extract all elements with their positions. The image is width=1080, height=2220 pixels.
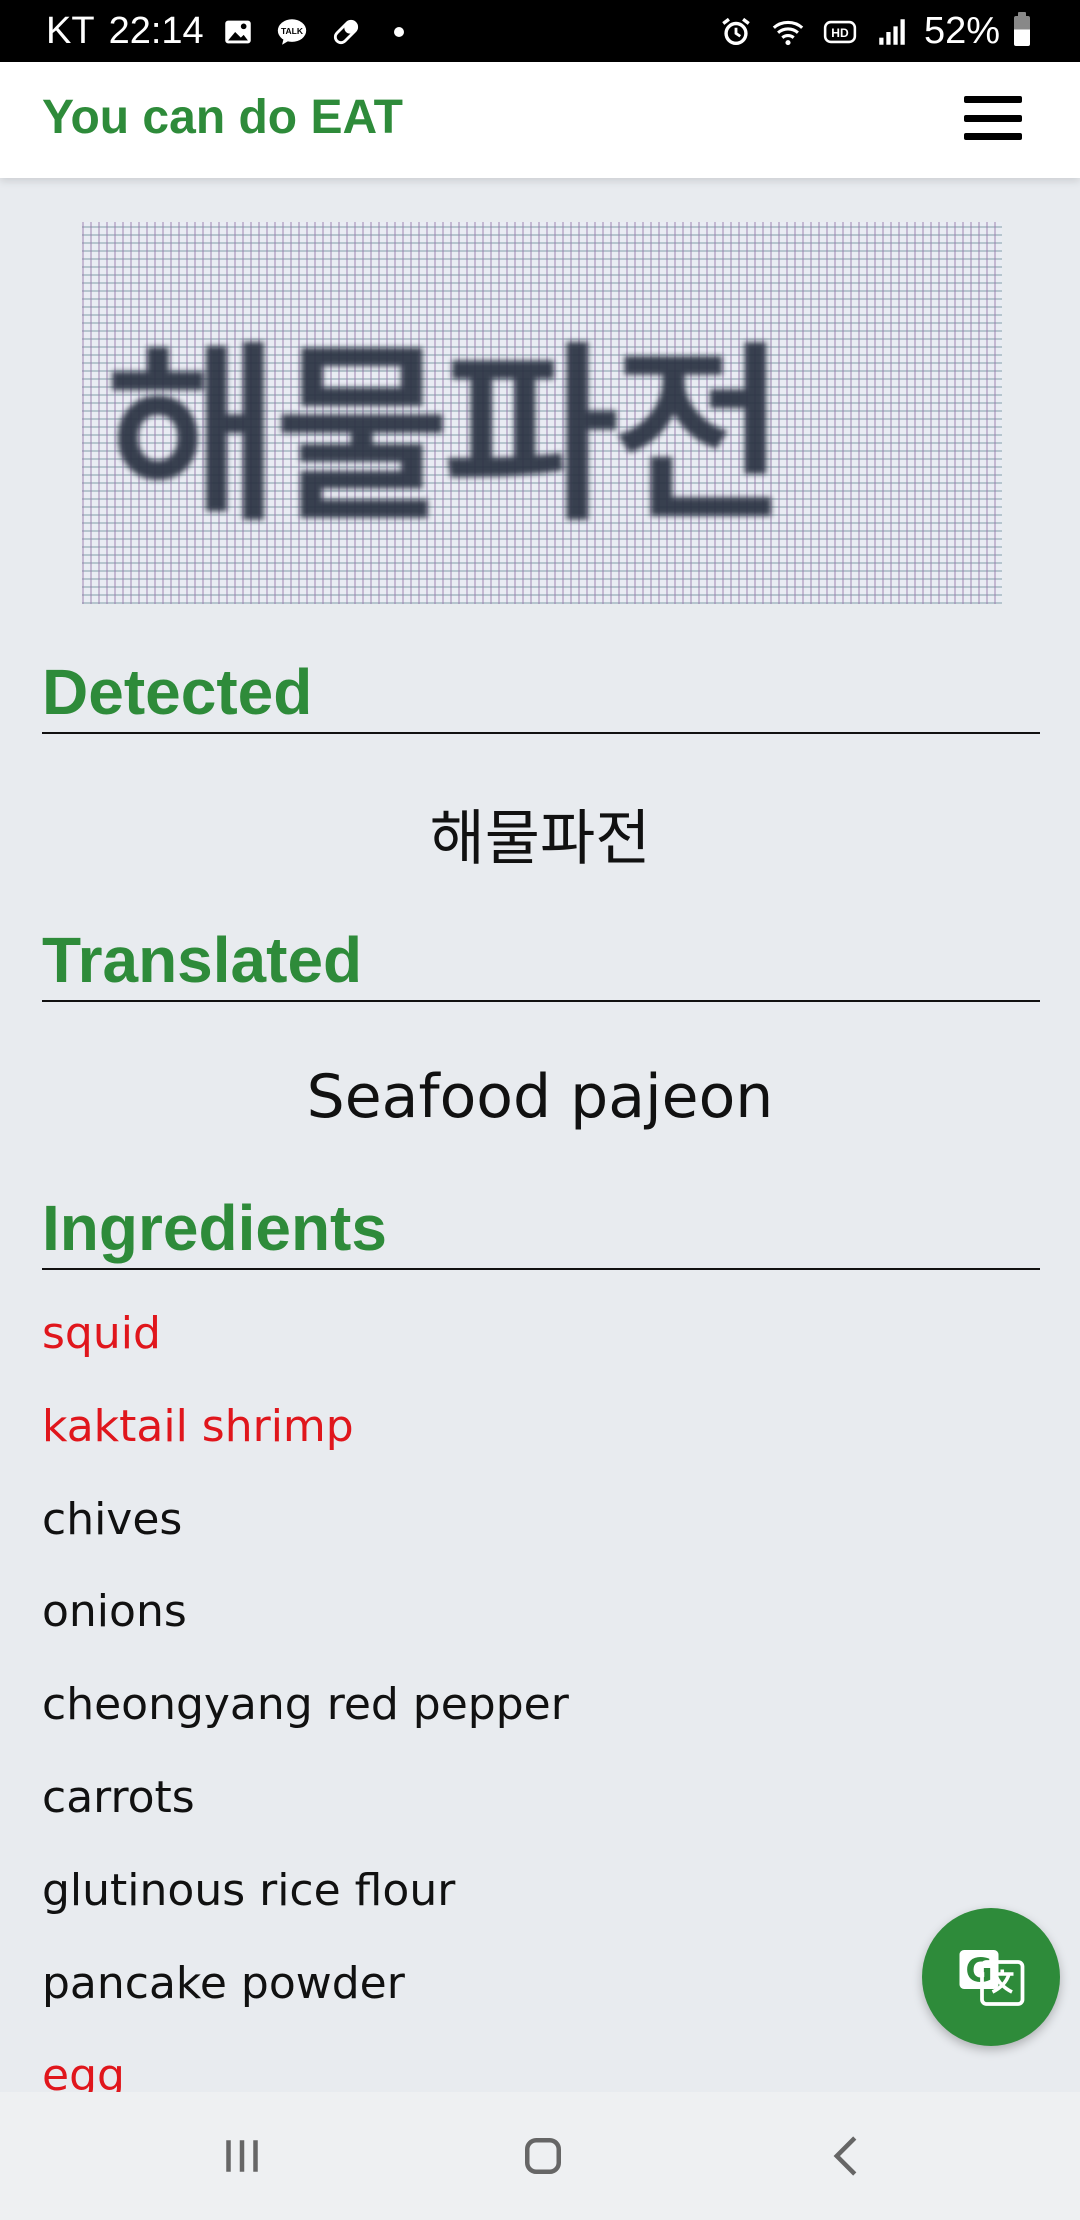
ingredient-item: glutinous rice flour [42,1864,456,1916]
pill-icon [326,12,366,52]
ingredients-list: squid kaktail shrimp chives onions cheon… [42,1300,942,2092]
app-title[interactable]: You can do EAT [42,90,403,145]
signal-icon [872,12,912,52]
ingredient-item: pancake powder [42,1957,405,2009]
wifi-icon [768,12,808,52]
home-icon[interactable] [513,2126,573,2186]
svg-text:G: G [965,1951,992,1990]
more-notifications-dot [393,26,404,37]
recent-apps-icon[interactable] [212,2126,272,2186]
hamburger-menu-icon[interactable] [964,96,1022,140]
back-icon[interactable] [818,2126,878,2186]
carrier-label: KT [46,10,95,52]
clock: 22:14 [108,10,204,52]
hd-icon-label: HD [831,25,849,39]
battery-percentage: 52% [923,10,1000,52]
ingredient-item: egg [42,2050,125,2092]
detected-heading: Detected [42,660,1040,734]
translate-button[interactable]: G [922,1908,1060,2046]
ingredient-item: carrots [42,1771,195,1823]
ingredient-item: cheongyang red pepper [42,1679,569,1731]
translated-text: Seafood pajeon [306,1062,774,1132]
app-bar: You can do EAT [0,62,1080,178]
ingredient-item: onions [42,1586,187,1638]
talk-icon: TALK [272,12,312,52]
translated-heading: Translated [42,928,1040,1002]
alarm-icon [716,12,756,52]
image-icon [218,12,258,52]
hd-icon: HD [820,12,860,52]
status-bar: KT 22:14 TALK HD 52% [0,0,1080,62]
captured-menu-photo: 해물파전 [82,222,1002,604]
ingredients-heading: Ingredients [42,1196,1040,1270]
captured-photo-text: 해물파전 [106,326,787,547]
ingredient-item: kaktail shrimp [42,1400,354,1452]
ingredient-item: squid [42,1308,161,1359]
translate-icon: G [959,1950,1025,2006]
ingredient-item: chives [42,1493,183,1545]
system-navigation-bar [0,2092,1080,2220]
talk-icon-label: TALK [281,26,304,36]
battery-icon [1012,11,1032,48]
detected-text: 해물파전 [429,804,651,874]
